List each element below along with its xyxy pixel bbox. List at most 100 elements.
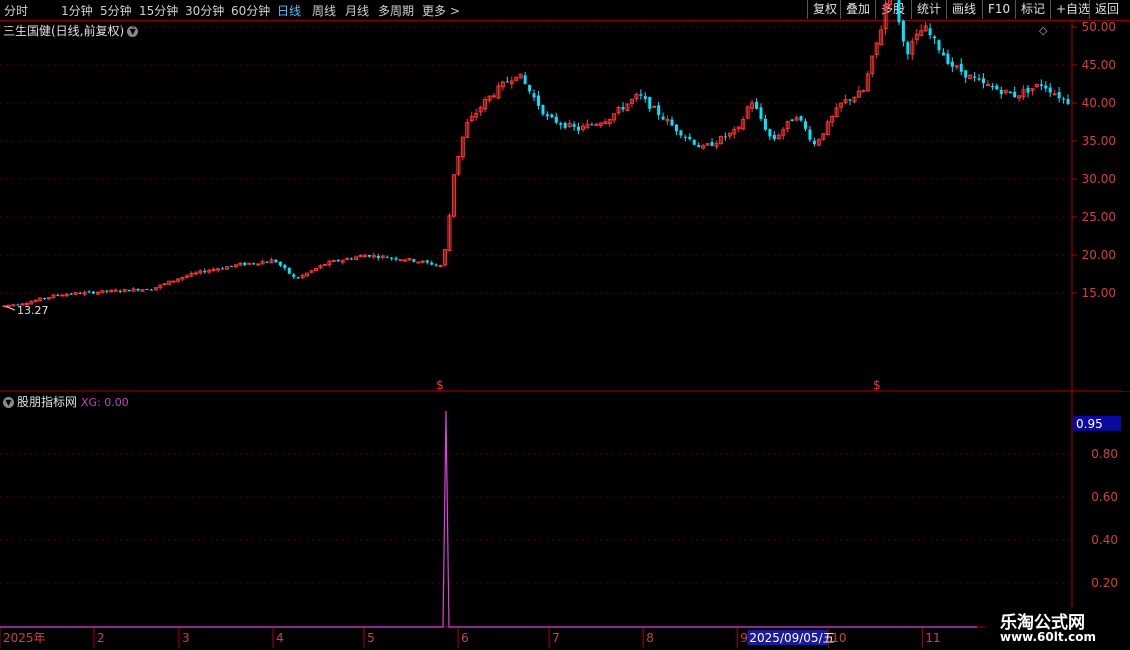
candle-body [362, 254, 367, 258]
draw-line-button[interactable]: 画线 [946, 0, 981, 19]
candle-body [394, 258, 398, 260]
date-axis-label: 4 [276, 631, 284, 645]
candle-body [1017, 95, 1022, 99]
diamond-icon[interactable]: ◇ [1039, 24, 1047, 37]
candle-body [808, 129, 812, 140]
indicator-name: 股朋指标网 [17, 395, 78, 409]
indicator-title[interactable]: ▼ 股朋指标网 XG: 0.00 [3, 393, 129, 410]
candle-body [714, 142, 719, 147]
period-tab-30min[interactable]: 30分钟 [185, 2, 224, 19]
candle-body [33, 299, 38, 303]
candle-body [327, 260, 332, 266]
candle-body [990, 85, 994, 88]
period-tab-more[interactable]: 更多 > [422, 2, 460, 19]
candle-body [950, 61, 954, 67]
candle-body [528, 84, 532, 92]
date-axis-label: 6 [461, 631, 469, 645]
candle-body [367, 254, 371, 257]
candle-body [492, 95, 496, 98]
candle-body [336, 259, 340, 262]
chart-title-text: 三生国健(日线,前复权) [3, 24, 125, 38]
price-tick-label: 30.00 [1082, 172, 1116, 186]
candle-body [1021, 89, 1026, 98]
candle-body [198, 270, 203, 274]
candle-body [105, 290, 109, 292]
candle-body [977, 78, 981, 80]
candle-body [229, 265, 233, 267]
candle-body [376, 255, 380, 259]
candle-body [723, 136, 727, 138]
date-axis-label: 11 [925, 631, 940, 645]
candle-body [563, 123, 567, 128]
period-tab-1min[interactable]: 1分钟 [61, 2, 93, 19]
period-tab-multi[interactable]: 多周期 [378, 2, 414, 19]
price-tick-label: 25.00 [1082, 210, 1116, 224]
candle-body [193, 272, 198, 275]
chart-canvas[interactable]: 15.00 20.00 25.00 30.00 35.00 40.00 45.00 50.00… [0, 0, 1130, 650]
candle-body [612, 113, 617, 121]
period-tab-fenshi[interactable]: 分时 [4, 2, 28, 19]
candle-body [537, 95, 540, 106]
date-highlight-box [747, 630, 828, 645]
overlay-button[interactable]: 叠加 [840, 0, 875, 19]
multi-stock-button[interactable]: 多股 [875, 0, 910, 19]
chart-title[interactable]: 三生国健(日线,前复权) ▼ [3, 22, 139, 39]
chevron-down-icon[interactable]: ▼ [127, 26, 139, 37]
candle-body [1034, 83, 1039, 88]
candle-body [657, 105, 661, 116]
candle-body [496, 85, 501, 99]
candle-body [616, 107, 621, 113]
date-axis-label: 8 [646, 631, 654, 645]
period-tab-60min[interactable]: 60分钟 [231, 2, 270, 19]
fuquan-button[interactable]: 复权 [807, 0, 842, 19]
candle-body [1044, 85, 1048, 89]
candle-body [692, 139, 696, 145]
candle-body [559, 123, 563, 125]
candle-body [278, 261, 282, 266]
period-tab-15min[interactable]: 15分钟 [139, 2, 178, 19]
period-tab-daily[interactable]: 日线 [277, 2, 301, 19]
candle-body [532, 93, 536, 98]
candle-body [20, 303, 25, 306]
candle-body [919, 30, 924, 37]
candle-body [750, 102, 755, 109]
candle-body [665, 119, 670, 122]
candle-body [804, 121, 807, 129]
candle-body [260, 261, 265, 265]
candle-body [407, 257, 412, 261]
period-tab-5min[interactable]: 5分钟 [100, 2, 132, 19]
period-tab-weekly[interactable]: 周线 [312, 2, 336, 19]
candle-body [443, 249, 448, 266]
candle-body [447, 215, 452, 252]
indicator-chevron-down-icon[interactable]: ▼ [3, 397, 14, 408]
indicator-tick-label: 0.60 [1091, 490, 1118, 504]
candle-body [790, 119, 794, 122]
mark-button[interactable]: 标记 [1015, 0, 1050, 19]
back-button[interactable]: 返回 [1089, 0, 1124, 19]
candle-body [995, 85, 999, 90]
candle-body [923, 25, 928, 32]
price-tick-label: 35.00 [1082, 134, 1116, 148]
price-tick-label: 20.00 [1082, 248, 1116, 262]
signal-dollar-marker: $ [436, 378, 444, 392]
candle-body [794, 117, 799, 121]
low-price-label: 13.27 [17, 304, 49, 317]
candle-body [959, 63, 963, 72]
candle-body [51, 294, 56, 299]
candle-body [985, 83, 990, 86]
candle-body [590, 124, 594, 126]
candle-body [100, 290, 105, 294]
period-tab-monthly[interactable]: 月线 [345, 2, 369, 19]
candle-body [594, 123, 599, 126]
candle-body [305, 272, 310, 277]
candle-body [153, 287, 158, 291]
candle-body [759, 107, 763, 120]
candle-body [701, 145, 706, 149]
candle-body [1066, 99, 1070, 104]
statistics-button[interactable]: 统计 [911, 0, 946, 19]
candle-body [131, 288, 136, 292]
f10-button[interactable]: F10 [982, 0, 1015, 19]
candle-body [1003, 89, 1008, 93]
candle-body [732, 128, 737, 135]
date-highlight-label: 2025/09/05/五 [749, 631, 834, 645]
